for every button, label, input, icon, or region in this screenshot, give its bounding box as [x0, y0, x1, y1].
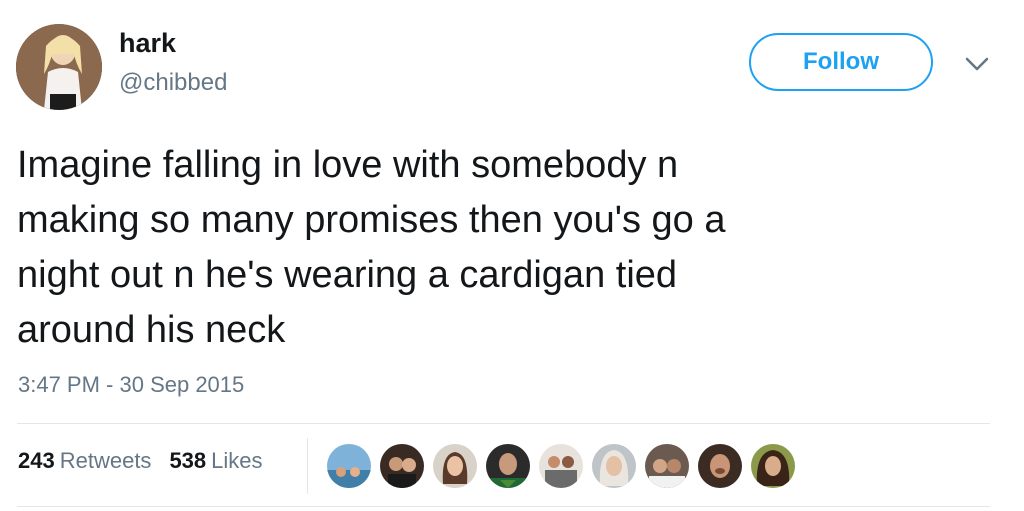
liker-avatar[interactable] [591, 443, 637, 489]
tweet-stats: 243 Retweets 538 Likes [18, 448, 281, 474]
retweets-stat[interactable]: 243 Retweets [18, 448, 151, 474]
chevron-down-icon[interactable] [964, 56, 990, 72]
liker-avatar[interactable] [644, 443, 690, 489]
tweet-text: Imagine falling in love with somebody n … [17, 144, 726, 351]
user-avatar[interactable] [16, 24, 102, 110]
stats-separator [307, 438, 308, 494]
user-handle[interactable]: @chibbed [119, 69, 227, 97]
liker-avatar[interactable] [538, 443, 584, 489]
divider [17, 506, 990, 507]
liker-avatar[interactable] [697, 443, 743, 489]
likes-count: 538 [169, 448, 207, 473]
retweets-label: Retweets [59, 448, 152, 473]
avatar-image [16, 24, 102, 110]
liker-avatar[interactable] [379, 443, 425, 489]
retweets-count: 243 [18, 448, 55, 473]
likes-stat[interactable]: 538 Likes [169, 448, 262, 474]
liker-avatar[interactable] [485, 443, 531, 489]
liker-avatars [326, 443, 803, 489]
follow-button[interactable]: Follow [749, 33, 933, 91]
divider [17, 423, 990, 424]
liker-avatar[interactable] [750, 443, 796, 489]
likes-label: Likes [211, 448, 263, 473]
tweet-timestamp[interactable]: 3:47 PM - 30 Sep 2015 [18, 372, 244, 398]
display-name[interactable]: hark [119, 28, 176, 59]
liker-avatar[interactable] [326, 443, 372, 489]
liker-avatar[interactable] [432, 443, 478, 489]
